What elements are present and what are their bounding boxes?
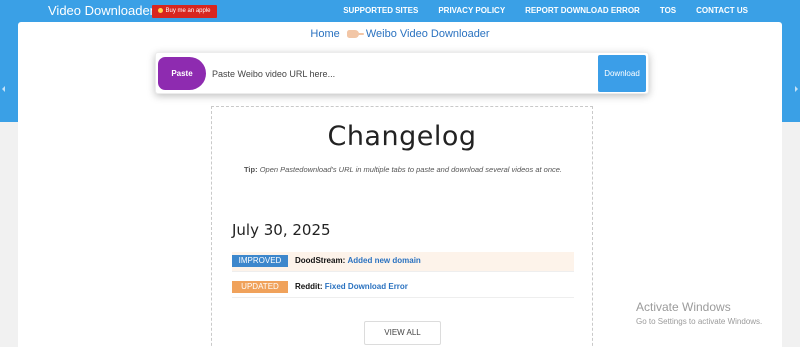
chevron-left-icon [2,86,5,92]
nav-links: SUPPORTED SITES PRIVACY POLICY REPORT DO… [323,6,748,15]
top-navigation: Video Downloader Buy me an apple SUPPORT… [0,0,800,22]
scroll-left-hint [0,60,10,122]
tip-text: Tip: Open Pastedownload's URL in multipl… [238,163,568,177]
url-input[interactable] [212,61,592,86]
paste-button[interactable]: Paste [158,57,206,90]
changelog-entry-text: Reddit: Fixed Download Error [295,282,408,291]
nav-tos[interactable]: TOS [660,6,676,15]
breadcrumb: Home Weibo Video Downloader [0,28,800,40]
changelog-entry: IMPROVED DoodStream: Added new domain [232,252,574,272]
view-all-button[interactable]: VIEW ALL [364,321,441,345]
breadcrumb-home-link[interactable]: Home [310,28,339,40]
nav-contact-us[interactable]: CONTACT US [696,6,748,15]
changelog-entry: UPDATED Reddit: Fixed Download Error [232,278,574,298]
changelog-entry-text: DoodStream: Added new domain [295,256,421,265]
nav-privacy-policy[interactable]: PRIVACY POLICY [438,6,505,15]
apple-icon [158,7,164,13]
pointing-hand-icon [346,30,364,39]
changelog-panel: Changelog Tip: Open Pastedownload's URL … [211,106,593,347]
activate-windows-watermark: Activate Windows Go to Settings to activ… [636,300,762,326]
tip-body: Open Pastedownload's URL in multiple tab… [259,165,563,174]
breadcrumb-current: Weibo Video Downloader [365,28,490,40]
tip-label: Tip: [243,165,258,174]
chevron-right-icon [795,86,798,92]
changelog-date: July 30, 2025 [232,221,331,239]
watermark-title: Activate Windows [636,300,731,314]
nav-supported-sites[interactable]: SUPPORTED SITES [343,6,418,15]
entry-link[interactable]: Added new domain [347,256,420,265]
download-button[interactable]: Download [598,55,646,92]
url-bar: Paste Download [155,52,649,94]
nav-report-download-error[interactable]: REPORT DOWNLOAD ERROR [525,6,640,15]
changelog-title: Changelog [327,121,477,152]
entry-site: Reddit: [295,282,323,291]
buy-me-apple-button[interactable]: Buy me an apple [152,5,217,18]
status-badge-updated: UPDATED [232,281,288,293]
watermark-subtitle: Go to Settings to activate Windows. [636,317,763,326]
entry-link[interactable]: Fixed Download Error [325,282,408,291]
scroll-right-hint [790,60,800,122]
status-badge-improved: IMPROVED [232,255,288,267]
entry-site: DoodStream: [295,256,346,265]
buy-me-label: Buy me an apple [165,8,211,14]
site-brand-link[interactable]: Video Downloader [48,3,154,18]
